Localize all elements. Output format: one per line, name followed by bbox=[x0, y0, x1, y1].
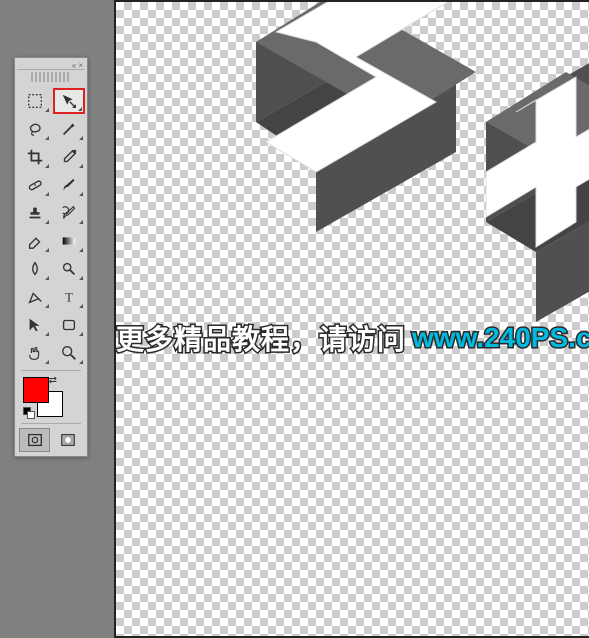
document-canvas[interactable]: 更多精品教程，请访问 www.240PS.com bbox=[114, 0, 589, 638]
marquee-tool[interactable] bbox=[19, 88, 51, 114]
hand-tool[interactable] bbox=[19, 340, 51, 366]
panel-close-icon[interactable]: × bbox=[78, 61, 83, 68]
type-tool[interactable]: T bbox=[53, 284, 85, 310]
quick-mask-mode[interactable] bbox=[52, 428, 83, 452]
healing-brush-tool[interactable] bbox=[19, 172, 51, 198]
gradient-tool[interactable] bbox=[53, 228, 85, 254]
blur-tool[interactable] bbox=[19, 256, 51, 282]
move-tool[interactable] bbox=[53, 88, 85, 114]
watermark: 更多精品教程，请访问 www.240PS.com bbox=[116, 318, 589, 358]
tools-panel: « × T ⇄ bbox=[14, 57, 88, 457]
clone-stamp-tool[interactable] bbox=[19, 200, 51, 226]
tool-grid: T bbox=[17, 86, 85, 368]
shape-tool[interactable] bbox=[53, 312, 85, 338]
foreground-color-swatch[interactable] bbox=[23, 377, 49, 403]
brush-tool[interactable] bbox=[53, 172, 85, 198]
default-colors-icon[interactable] bbox=[23, 407, 35, 419]
pen-tool[interactable] bbox=[19, 284, 51, 310]
path-selection-tool[interactable] bbox=[19, 312, 51, 338]
panel-minimize-icon[interactable]: « bbox=[72, 61, 76, 68]
zoom-tool[interactable] bbox=[53, 340, 85, 366]
standard-mode[interactable] bbox=[19, 428, 50, 452]
panel-header: « × bbox=[17, 60, 85, 70]
dodge-tool[interactable] bbox=[53, 256, 85, 282]
eraser-tool[interactable] bbox=[19, 228, 51, 254]
panel-drag-grip[interactable] bbox=[31, 72, 71, 82]
eyedropper-tool[interactable] bbox=[53, 144, 85, 170]
history-brush-tool[interactable] bbox=[53, 200, 85, 226]
watermark-text: 更多精品教程，请访问 bbox=[116, 318, 406, 358]
screen-mode-row bbox=[17, 426, 85, 454]
crop-tool[interactable] bbox=[19, 144, 51, 170]
divider bbox=[21, 370, 81, 371]
divider bbox=[21, 423, 81, 424]
color-swatches: ⇄ bbox=[21, 375, 81, 419]
lasso-tool[interactable] bbox=[19, 116, 51, 142]
watermark-url: www.240PS.com bbox=[412, 322, 589, 354]
svg-text:T: T bbox=[65, 291, 73, 305]
magic-wand-tool[interactable] bbox=[53, 116, 85, 142]
swap-colors-icon[interactable]: ⇄ bbox=[49, 375, 57, 386]
